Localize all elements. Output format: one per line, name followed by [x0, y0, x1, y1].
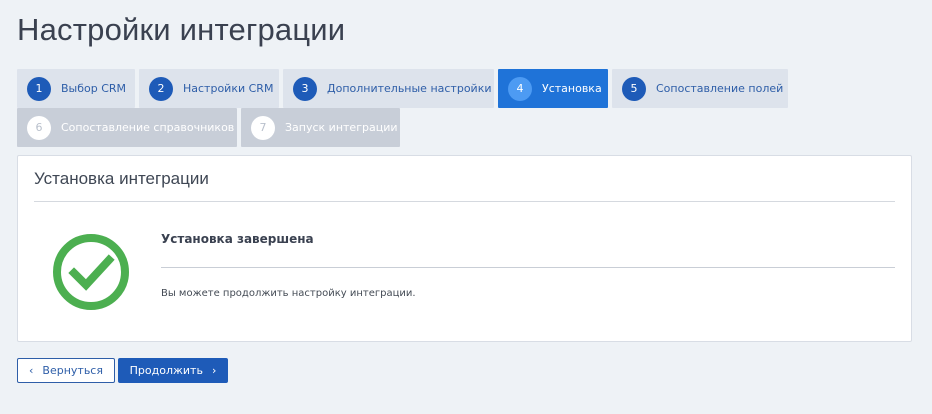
step-number: 6: [27, 115, 51, 140]
step-number: 3: [293, 76, 317, 101]
step-label: Дополнительные настройки: [327, 82, 492, 95]
page-title: Настройки интеграции: [17, 12, 346, 47]
step-label: Сопоставление полей: [656, 82, 784, 95]
step-4[interactable]: 4 Установка: [498, 69, 608, 108]
step-5[interactable]: 5 Сопоставление полей: [612, 69, 788, 108]
step-label: Запуск интеграции: [285, 121, 398, 134]
step-2[interactable]: 2 Настройки CRM: [139, 69, 279, 108]
step-label: Выбор CRM: [61, 82, 127, 95]
step-number: 5: [622, 76, 646, 101]
step-label: Настройки CRM: [183, 82, 274, 95]
step-label: Установка: [542, 82, 602, 95]
panel-title: Установка интеграции: [34, 169, 209, 188]
chevron-left-icon: ‹: [29, 364, 34, 377]
step-1[interactable]: 1 Выбор CRM: [17, 69, 135, 108]
step-7: 7 Запуск интеграции: [241, 108, 400, 147]
divider: [34, 201, 895, 202]
step-3[interactable]: 3 Дополнительные настройки: [283, 69, 494, 108]
status-title: Установка завершена: [161, 232, 314, 246]
divider: [161, 267, 895, 268]
status-text: Вы можете продолжить настройку интеграци…: [161, 288, 416, 299]
check-circle-icon: [53, 234, 129, 310]
step-6: 6 Сопоставление справочников: [17, 108, 237, 147]
step-number: 7: [251, 115, 275, 140]
back-button[interactable]: ‹ Вернуться: [17, 358, 115, 383]
chevron-right-icon: ›: [211, 364, 217, 377]
step-number: 2: [149, 76, 173, 101]
step-number: 4: [508, 76, 532, 101]
step-number: 1: [27, 76, 51, 101]
continue-button-label: Продолжить: [129, 364, 203, 377]
continue-button[interactable]: Продолжить ›: [118, 358, 228, 383]
back-button-label: Вернуться: [42, 364, 103, 377]
installation-panel: Установка интеграции Установка завершена…: [17, 155, 912, 342]
step-label: Сопоставление справочников: [61, 121, 235, 134]
